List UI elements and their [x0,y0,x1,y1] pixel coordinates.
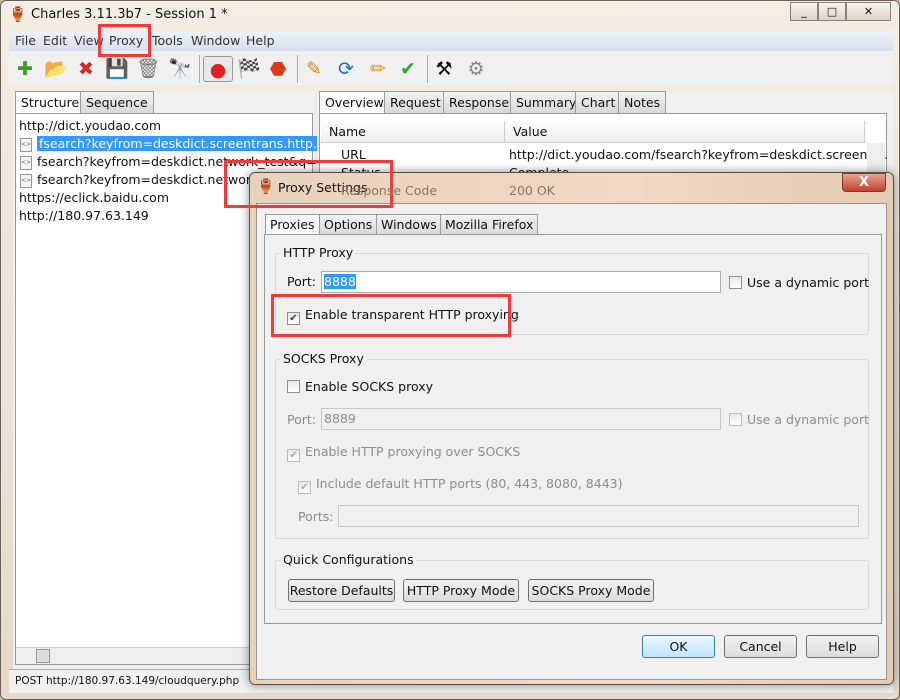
checkbox-icon [287,380,300,393]
tab-structure[interactable]: Structure [15,91,86,114]
minimize-button[interactable]: _ [790,2,818,21]
socks-dynamic-port-checkbox[interactable]: Use a dynamic port [729,412,869,427]
cancel-button[interactable]: Cancel [724,635,797,658]
row-value: 200 OK [509,183,555,198]
menu-bar: File Edit View Proxy Tools Window Help [9,31,893,51]
ok-button[interactable]: OK [642,635,715,658]
http-proxy-label: HTTP Proxy [280,245,357,260]
proxy-settings-dialog: 🏺 Proxy Settings X Proxies Options Windo… [249,172,894,685]
settings-gear-icon[interactable]: ⚙ [463,56,489,82]
socks-proxy-mode-button[interactable]: SOCKS Proxy Mode [528,579,654,602]
edit-request-icon[interactable]: ✎ [301,56,327,82]
charles-logo-icon: 🏺 [9,7,27,23]
tree-request[interactable]: <> fsearch?keyfrom=deskdict.network_test&… [20,154,330,170]
checkmark-icon: ✔ [287,312,300,325]
toolbar-separator [427,55,428,83]
menu-edit[interactable]: Edit [43,33,67,48]
compose-pencil-icon[interactable]: ✏ [365,56,391,82]
http-port-input[interactable]: 8888 [321,271,721,293]
new-session-icon[interactable]: ✚ [12,56,38,82]
tree-request[interactable]: <> fsearch?keyfrom=deskdict.screentrans.h… [20,136,339,152]
dialog-close-button[interactable]: X [842,173,886,192]
quick-config-label: Quick Configurations [280,552,417,567]
row-value: http://dict.youdao.com/fsearch?keyfrom=d… [509,147,889,162]
socks-port-label: Port: [287,412,316,427]
repeat-icon[interactable]: ⟳ [333,56,359,82]
transparent-proxy-checkbox[interactable]: ✔ Enable transparent HTTP proxying [287,307,519,325]
menu-view[interactable]: View [74,33,104,48]
http-over-socks-checkbox[interactable]: ✔ Enable HTTP proxying over SOCKS [287,444,520,462]
toolbar: ✚ 📂 ✖ 💾 🗑 🔭 ● 🏁 ⬣ ✎ ⟳ ✏ ✔ ⚒ ⚙ [9,51,893,85]
tab-notes[interactable]: Notes [618,91,667,113]
tab-mozilla-firefox[interactable]: Mozilla Firefox [440,214,539,235]
close-window-button[interactable]: ✕ [846,2,891,21]
validate-check-icon[interactable]: ✔ [395,56,421,82]
checkmark-icon: ✔ [287,449,300,462]
toolbar-separator [199,55,200,83]
tools-icon[interactable]: ⚒ [431,56,457,82]
tab-proxies[interactable]: Proxies [265,214,320,236]
port-label: Port: [287,274,316,289]
toolbar-separator [297,55,298,83]
scrollbar-thumb[interactable] [36,649,50,663]
tab-request[interactable]: Request [384,91,447,113]
tab-options[interactable]: Options [319,214,378,235]
maximize-button[interactable]: □ [818,2,846,21]
menu-window[interactable]: Window [191,33,240,48]
socks-proxy-label: SOCKS Proxy [280,351,367,366]
tab-windows[interactable]: Windows [376,214,442,235]
file-icon: <> [20,173,32,188]
dialog-body: Proxies Options Windows Mozilla Firefox … [256,203,887,680]
http-dynamic-port-checkbox[interactable]: Use a dynamic port [729,275,869,290]
record-icon[interactable]: ● [203,56,233,82]
window-title: Charles 3.11.3b7 - Session 1 * [31,7,228,22]
menu-help[interactable]: Help [246,33,275,48]
clear-trash-icon[interactable]: 🗑 [135,56,161,82]
save-session-icon[interactable]: 💾 [104,56,130,82]
socks-port-input[interactable]: 8889 [321,408,721,430]
tab-overview[interactable]: Overview [319,91,390,114]
tree-host[interactable]: https://eclick.baidu.com [19,190,169,205]
tree-host[interactable]: http://180.97.63.149 [19,208,149,223]
tab-summary[interactable]: Summary [510,91,583,113]
file-icon: <> [20,155,32,170]
row-name: Response Code [341,183,438,198]
http-proxy-mode-button[interactable]: HTTP Proxy Mode [403,579,519,602]
checkmark-icon: ✔ [298,481,311,494]
restore-defaults-button[interactable]: Restore Defaults [288,579,395,602]
menu-tools[interactable]: Tools [152,33,183,48]
checkbox-icon [729,413,742,426]
tab-sequence[interactable]: Sequence [80,91,154,113]
breakpoints-stop-icon[interactable]: ⬣ [265,56,291,82]
checkbox-icon [729,276,742,289]
charles-logo-icon: 🏺 [257,179,275,195]
throttle-flag-icon[interactable]: 🏁 [236,56,262,82]
column-name[interactable]: Name [321,121,505,143]
menu-proxy[interactable]: Proxy [109,33,143,48]
enable-socks-checkbox[interactable]: Enable SOCKS proxy [287,379,433,394]
file-icon: <> [20,137,32,152]
menu-file[interactable]: File [15,33,36,48]
open-session-icon[interactable]: 📂 [43,56,69,82]
proxies-panel: HTTP Proxy Port: 8888 Use a dynamic port… [264,234,882,624]
close-session-icon[interactable]: ✖ [73,56,99,82]
tab-response[interactable]: Response [443,91,516,113]
tab-chart[interactable]: Chart [575,91,622,113]
tree-request[interactable]: <> fsearch?keyfrom=deskdict.network_t [20,172,269,188]
help-button[interactable]: Help [806,635,879,658]
tree-host[interactable]: http://dict.youdao.com [19,118,161,133]
find-binoculars-icon[interactable]: 🔭 [167,56,193,82]
ports-input[interactable] [338,505,859,527]
row-name: URL [341,147,366,162]
include-default-ports-checkbox[interactable]: ✔ Include default HTTP ports (80, 443, 80… [298,476,622,494]
column-value[interactable]: Value [505,121,865,143]
ports-label: Ports: [298,509,334,524]
